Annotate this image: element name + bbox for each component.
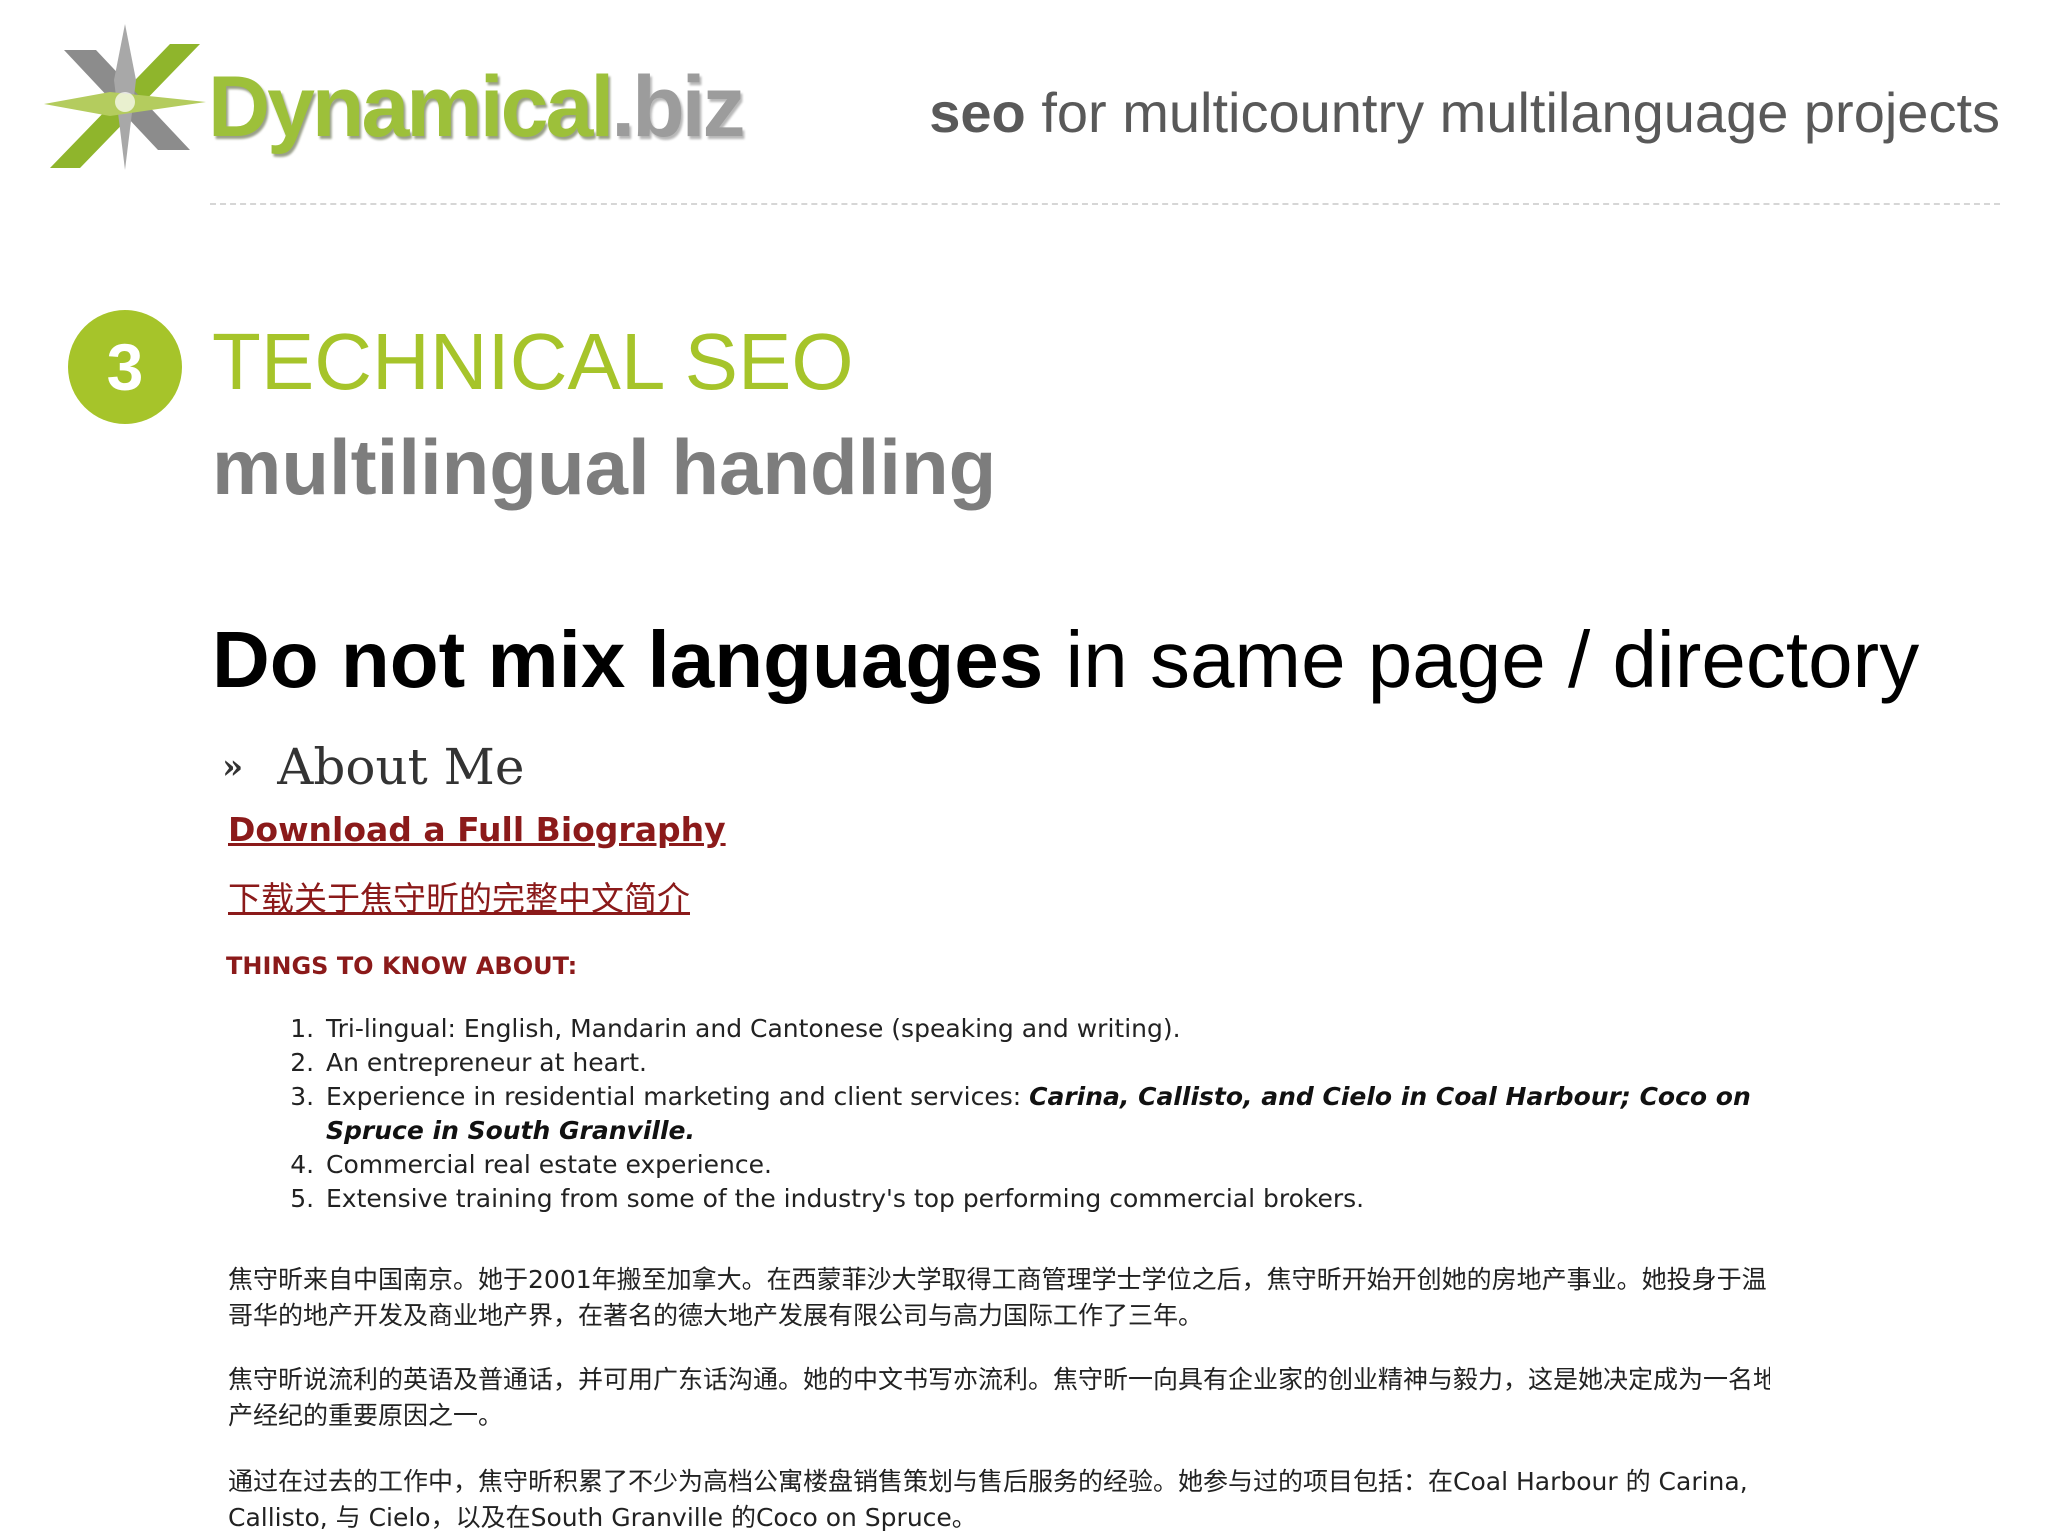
chinese-paragraph: 通过在过去的工作中，焦守昕积累了不少为高档公寓楼盘销售策划与售后服务的经验。她参…	[228, 1467, 1748, 1532]
list-item: Tri-lingual: English, Mandarin and Canto…	[322, 1012, 1762, 1046]
tagline-bold: seo	[929, 81, 1026, 144]
slide-headline: Do not mix languages in same page / dire…	[212, 620, 1919, 700]
headline-bold: Do not mix languages	[212, 615, 1044, 704]
tagline-rest: for multicountry multilanguage projects	[1025, 81, 2000, 144]
chinese-paragraph: 焦守昕来自中国南京。她于2001年搬至加拿大。在西蒙菲沙大学取得工商管理学士学位…	[228, 1265, 1767, 1330]
things-to-know-list: Tri-lingual: English, Mandarin and Canto…	[270, 1012, 1762, 1216]
list-item: Experience in residential marketing and …	[322, 1080, 1762, 1148]
chinese-paragraph: 焦守昕说流利的英语及普通话，并可用广东话沟通。她的中文书写亦流利。焦守昕一向具有…	[228, 1365, 1770, 1430]
step-number-badge: 3	[68, 310, 182, 424]
logo-brand-suffix: .biz	[611, 59, 745, 155]
header-divider	[210, 203, 2000, 205]
section-title: TECHNICAL SEO	[212, 317, 854, 406]
double-chevron-right-icon: »	[222, 747, 244, 787]
list-item-text: An entrepreneur at heart.	[326, 1048, 647, 1077]
section-subtitle: multilingual handling	[212, 423, 997, 511]
about-me-label: About Me	[277, 738, 525, 796]
things-to-know-heading: THINGS TO KNOW ABOUT:	[226, 952, 578, 980]
list-item-text: Extensive training from some of the indu…	[326, 1184, 1365, 1213]
about-me-heading: » About Me	[222, 738, 524, 796]
list-item: Extensive training from some of the indu…	[322, 1182, 1762, 1216]
list-item: An entrepreneur at heart.	[322, 1046, 1762, 1080]
chinese-biography-link[interactable]: 下载关于焦守昕的完整中文简介	[228, 872, 690, 920]
list-item-text: Experience in residential marketing and …	[326, 1082, 1030, 1111]
list-item-text: Tri-lingual: English, Mandarin and Canto…	[326, 1014, 1181, 1043]
headline-rest: in same page / directory	[1043, 615, 1920, 704]
list-item: Commercial real estate experience.	[322, 1148, 1762, 1182]
download-biography-link[interactable]: Download a Full Biography	[228, 810, 726, 849]
star-x-logo-icon	[44, 24, 206, 170]
list-item-text: Commercial real estate experience.	[326, 1150, 772, 1179]
example-webpage-screenshot: » About Me Download a Full Biography 下载关于…	[210, 730, 1770, 1536]
dynamical-logo[interactable]: Dynamical.biz	[40, 20, 746, 180]
logo-brand-main: Dynamical	[208, 59, 614, 155]
header-tagline: seo for multicountry multilanguage proje…	[929, 80, 2000, 145]
logo-wordmark: Dynamical.biz	[208, 58, 746, 157]
